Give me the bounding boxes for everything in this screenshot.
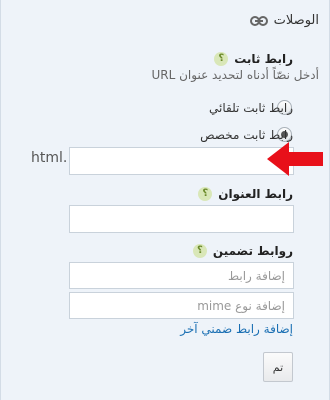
red-arrow-icon [267, 142, 323, 176]
enclosures-title: روابط تضمين [212, 244, 293, 258]
enclosure-mime-input[interactable]: إضافة نوع mime [69, 292, 294, 319]
title-link-heading: رابط العنوان ؟ [198, 187, 293, 201]
done-button[interactable]: تم [263, 352, 293, 382]
help-icon[interactable]: ؟ [192, 244, 207, 258]
link-icon [249, 15, 268, 26]
help-icon[interactable]: ؟ [214, 52, 229, 66]
links-panel: الوصلات رابط ثابت ؟ أدخل نصّاً أدناه لتح… [0, 0, 330, 400]
custom-permalink-input[interactable] [69, 147, 294, 175]
add-enclosure-link[interactable]: إضافة رابط ضمني آخر [180, 322, 293, 336]
help-icon[interactable]: ؟ [198, 187, 213, 201]
auto-permalink-label: رابط ثابت تلقائي [209, 101, 293, 115]
enclosures-heading: روابط تضمين ؟ [192, 244, 293, 258]
links-header[interactable]: الوصلات [249, 13, 319, 28]
links-title: الوصلات [273, 13, 319, 28]
option-auto-permalink[interactable]: رابط ثابت تلقائي [209, 101, 293, 115]
title-link-input[interactable] [69, 205, 294, 233]
permalink-suffix: html. [31, 150, 68, 166]
permalink-description: أدخل نصّاً أدناه لتحديد عنوان URL [151, 68, 319, 82]
permalink-title: رابط ثابت [234, 52, 293, 66]
title-link-title: رابط العنوان [218, 187, 293, 201]
enclosure-link-input[interactable]: إضافة رابط [69, 262, 294, 289]
permalink-heading: رابط ثابت ؟ [214, 52, 293, 66]
